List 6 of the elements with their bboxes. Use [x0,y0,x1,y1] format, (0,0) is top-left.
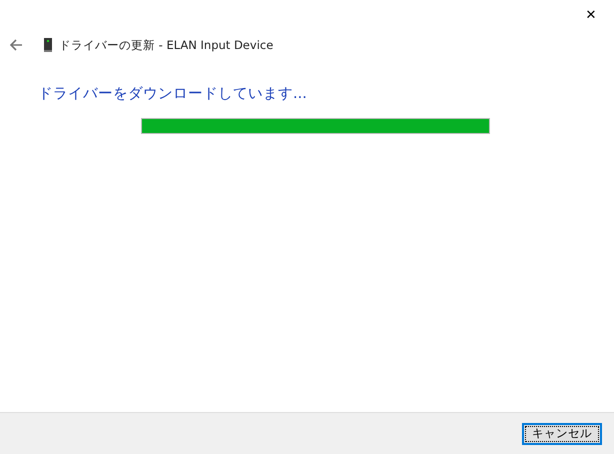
window-title: ドライバーの更新 - ELAN Input Device [59,38,274,52]
status-heading: ドライバーをダウンロードしています... [38,85,308,103]
device-icon [44,38,52,52]
close-button[interactable]: ✕ [568,0,614,30]
cancel-button[interactable]: キャンセル [522,422,602,444]
back-arrow-icon[interactable] [8,37,24,53]
